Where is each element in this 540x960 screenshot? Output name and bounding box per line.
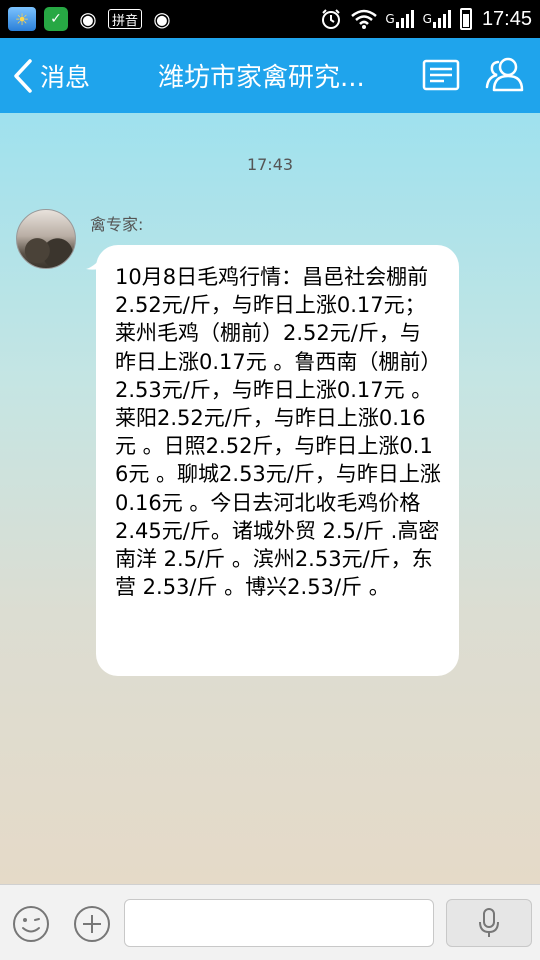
disc-notification-icon-2: ◉	[153, 7, 171, 31]
status-time: 17:45	[481, 7, 532, 30]
back-button[interactable]: 消息	[10, 38, 90, 113]
network-type-label-2: G	[422, 12, 432, 26]
message-text: 10月8日毛鸡行情：昌邑社会棚前2.52元/斤，与昨日上涨0.17元；莱州毛鸡（…	[115, 265, 441, 600]
status-right: G G 17:45	[319, 7, 532, 31]
message-bubble[interactable]: 10月8日毛鸡行情：昌邑社会棚前2.52元/斤，与昨日上涨0.17元；莱州毛鸡（…	[96, 245, 459, 676]
back-label: 消息	[40, 62, 91, 92]
cell-signal-icon-1: G	[385, 7, 414, 31]
battery-icon	[459, 8, 472, 30]
chat-area[interactable]: 17:43 禽专家: 10月8日毛鸡行情：昌邑社会棚前2.52元/斤，与昨日上涨…	[0, 113, 540, 884]
status-bar: ☀ ✓ ◉ 拼音 ◉ G G 17:45	[0, 0, 540, 38]
emoji-icon	[13, 906, 49, 942]
network-type-label-1: G	[385, 12, 395, 26]
back-chevron-icon	[14, 58, 32, 93]
sender-avatar[interactable]	[16, 209, 76, 269]
status-left: ☀ ✓ ◉ 拼音 ◉	[8, 7, 174, 31]
group-members-button[interactable]	[484, 54, 528, 94]
chat-title: 潍坊市家禽研究...	[158, 63, 365, 93]
wifi-icon	[351, 7, 378, 31]
ime-indicator: 拼音	[108, 9, 143, 29]
weather-icon: ☀	[8, 7, 36, 31]
microphone-icon	[479, 908, 499, 937]
message-input[interactable]	[124, 899, 434, 947]
cell-signal-icon-2: G	[423, 7, 452, 31]
emoji-button[interactable]	[12, 905, 50, 943]
sender-name: 禽专家:	[90, 215, 144, 234]
profile-card-icon	[422, 59, 460, 91]
input-bar	[0, 884, 540, 960]
disc-notification-icon: ◉	[79, 7, 97, 31]
title-bar: 消息 潍坊市家禽研究...	[0, 38, 540, 113]
group-members-icon	[485, 57, 524, 92]
more-options-button[interactable]	[73, 905, 111, 943]
voice-button[interactable]	[446, 899, 532, 947]
group-profile-button[interactable]	[422, 58, 460, 92]
plus-icon	[74, 906, 110, 942]
security-shield-icon: ✓	[44, 7, 68, 31]
alarm-clock-icon	[319, 7, 343, 31]
message-timestamp: 17:43	[246, 155, 294, 174]
